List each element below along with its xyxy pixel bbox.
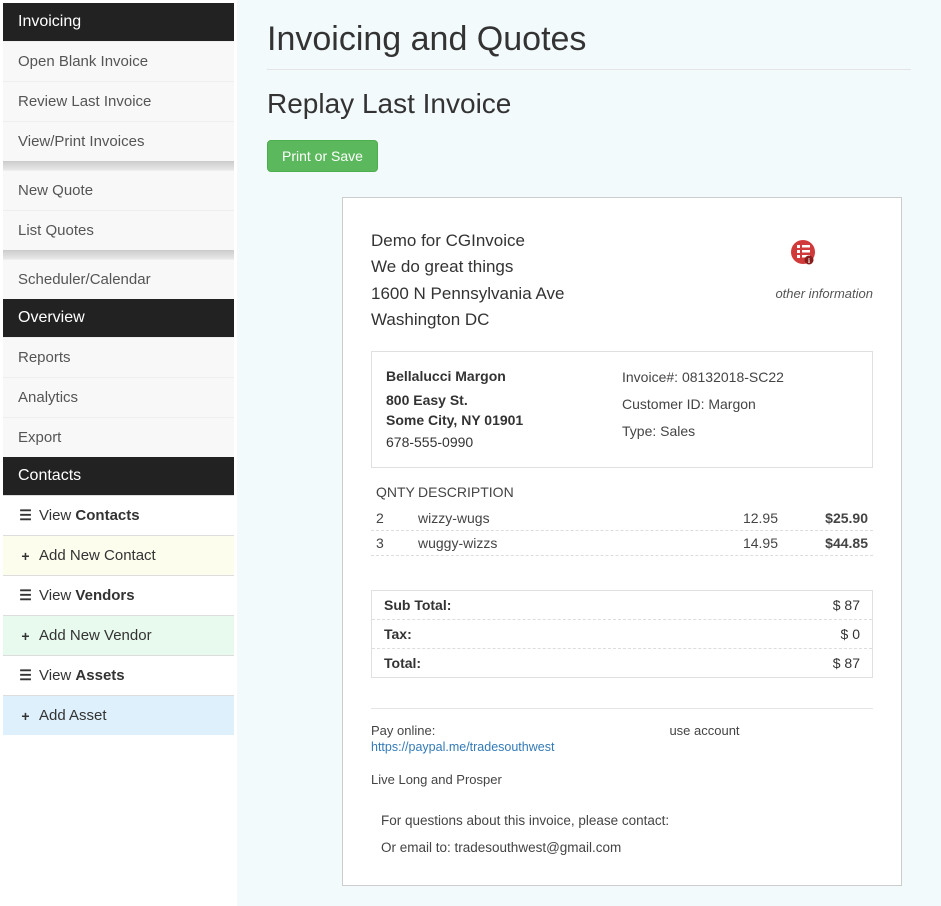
subtotal-label: Sub Total: <box>384 597 451 613</box>
sidebar-item-open-blank-invoice[interactable]: Open Blank Invoice <box>3 41 234 81</box>
sidebar-separator <box>3 250 234 259</box>
invoice-company-block: Demo for CGInvoice We do great things 16… <box>371 228 755 333</box>
invoice-type: Sales <box>660 423 695 439</box>
sidebar-action-view-contacts[interactable]: ☰ View Contacts <box>3 495 234 535</box>
sidebar-action-view-assets[interactable]: ☰ View Assets <box>3 655 234 695</box>
line-desc: wuggy-wizzs <box>418 535 698 551</box>
col-header-qty: QNTY <box>376 484 418 500</box>
invoice-totals: Sub Total: $ 87 Tax: $ 0 Total: $ 87 <box>371 590 873 678</box>
contact-line-1: For questions about this invoice, please… <box>381 807 873 834</box>
sidebar-item-list-quotes[interactable]: List Quotes <box>3 210 234 250</box>
invoice-meta: Invoice#: 08132018-SC22 Customer ID: Mar… <box>622 364 858 455</box>
tax-value: $ 0 <box>841 626 860 642</box>
invoice-number-label: Invoice#: <box>622 369 682 385</box>
sidebar-item-new-quote[interactable]: New Quote <box>3 170 234 210</box>
company-address-line1: 1600 N Pennsylvania Ave <box>371 281 755 307</box>
invoice-number: 08132018-SC22 <box>682 369 784 385</box>
list-icon: ☰ <box>18 507 33 524</box>
sidebar-action-add-new-contact[interactable]: + Add New Contact <box>3 535 234 575</box>
line-price: 12.95 <box>698 510 778 526</box>
sidebar-header-contacts: Contacts <box>3 457 234 495</box>
customer-id-label: Customer ID: <box>622 396 708 412</box>
invoice-farewell: Live Long and Prosper <box>371 772 873 787</box>
total-label: Total: <box>384 655 421 671</box>
sidebar-action-add-new-vendor[interactable]: + Add New Vendor <box>3 615 234 655</box>
line-qty: 2 <box>376 510 418 526</box>
sidebar-item-review-last-invoice[interactable]: Review Last Invoice <box>3 81 234 121</box>
sidebar-action-label: View Vendors <box>39 587 135 604</box>
line-price: 14.95 <box>698 535 778 551</box>
line-total: $44.85 <box>778 535 868 551</box>
sidebar-item-scheduler-calendar[interactable]: Scheduler/Calendar <box>3 259 234 299</box>
line-total: $25.90 <box>778 510 868 526</box>
customer-id: Margon <box>708 396 755 412</box>
sidebar-action-label: Add New Vendor <box>39 627 152 644</box>
invoice-line-item: 3 wuggy-wizzs 14.95 $44.85 <box>371 531 873 556</box>
invoice-card: Demo for CGInvoice We do great things 16… <box>342 197 902 886</box>
sidebar-action-label: Add New Contact <box>39 547 156 564</box>
sidebar-action-label: View Assets <box>39 667 125 684</box>
pay-online-link[interactable]: https://paypal.me/tradesouthwest <box>371 740 554 754</box>
line-qty: 3 <box>376 535 418 551</box>
sidebar-separator <box>3 161 234 170</box>
svg-text:i: i <box>808 257 810 265</box>
plus-icon: + <box>18 548 33 564</box>
sidebar: Invoicing Open Blank Invoice Review Last… <box>0 0 237 906</box>
col-header-desc: DESCRIPTION <box>418 484 698 500</box>
contact-line-2: Or email to: tradesouthwest@gmail.com <box>381 834 873 861</box>
pay-online-label: Pay online: <box>371 723 554 738</box>
sidebar-header-invoicing: Invoicing <box>3 3 234 41</box>
main-content: Invoicing and Quotes Replay Last Invoice… <box>237 0 941 906</box>
invoice-other-information: other information <box>775 286 873 301</box>
page-subtitle: Replay Last Invoice <box>267 88 911 120</box>
sidebar-action-add-asset[interactable]: + Add Asset <box>3 695 234 735</box>
subtotal-value: $ 87 <box>833 597 860 613</box>
company-address-line2: Washington DC <box>371 307 755 333</box>
pay-account-note: use account <box>669 723 739 754</box>
bill-to-name: Bellalucci Margon <box>386 364 622 389</box>
list-icon: ☰ <box>18 667 33 684</box>
sidebar-action-view-vendors[interactable]: ☰ View Vendors <box>3 575 234 615</box>
plus-icon: + <box>18 628 33 644</box>
sidebar-action-label: Add Asset <box>39 707 107 724</box>
invoice-contact-block: For questions about this invoice, please… <box>371 807 873 861</box>
sidebar-item-export[interactable]: Export <box>3 417 234 457</box>
page-title: Invoicing and Quotes <box>267 20 911 70</box>
tax-label: Tax: <box>384 626 412 642</box>
sidebar-header-overview: Overview <box>3 299 234 337</box>
invoice-bill-to: Bellalucci Margon 800 Easy St. Some City… <box>386 364 622 455</box>
sidebar-item-view-print-invoices[interactable]: View/Print Invoices <box>3 121 234 161</box>
divider <box>371 708 873 709</box>
sidebar-action-label: View Contacts <box>39 507 140 524</box>
list-icon: ☰ <box>18 587 33 604</box>
company-tagline: We do great things <box>371 254 755 280</box>
invoice-type-label: Type: <box>622 423 660 439</box>
sidebar-item-reports[interactable]: Reports <box>3 337 234 377</box>
invoice-line-item: 2 wizzy-wugs 12.95 $25.90 <box>371 506 873 531</box>
print-or-save-button[interactable]: Print or Save <box>267 140 378 172</box>
plus-icon: + <box>18 708 33 724</box>
bill-to-addr1: 800 Easy St. <box>386 390 622 410</box>
total-value: $ 87 <box>833 655 860 671</box>
bill-to-addr2: Some City, NY 01901 <box>386 410 622 430</box>
bill-to-phone: 678-555-0990 <box>386 430 622 455</box>
sidebar-item-analytics[interactable]: Analytics <box>3 377 234 417</box>
company-logo-icon: i <box>775 228 823 276</box>
line-desc: wizzy-wugs <box>418 510 698 526</box>
company-name: Demo for CGInvoice <box>371 228 755 254</box>
